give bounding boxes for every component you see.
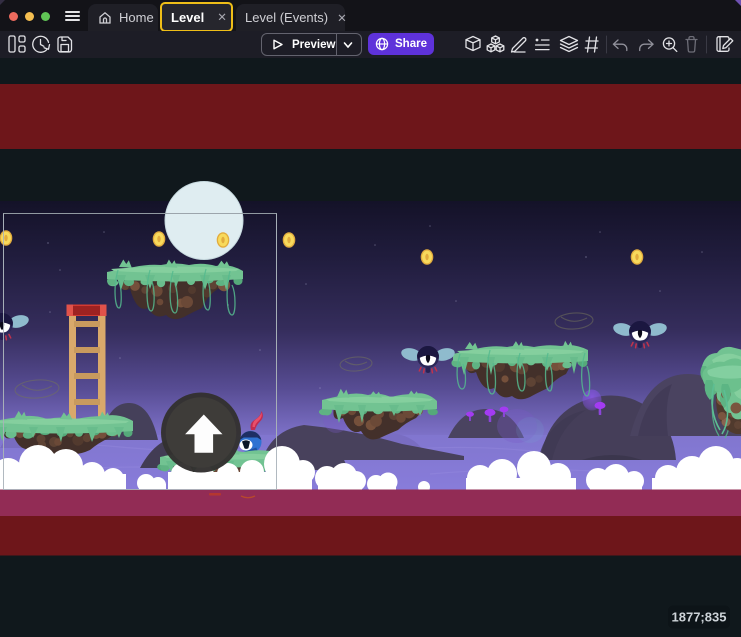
svg-text:1877;835: 1877;835 xyxy=(672,610,727,625)
